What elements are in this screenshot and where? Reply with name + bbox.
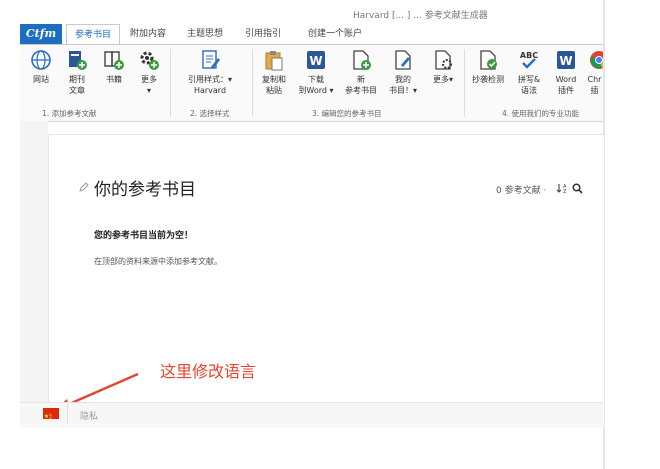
chrome-extension-label: Chr 插	[587, 75, 602, 95]
more-sources-label: 更多 ▾	[141, 75, 157, 95]
more-edit-button[interactable]: 更多▾	[426, 49, 460, 85]
china-flag-icon[interactable]	[43, 408, 59, 420]
spelling-grammar-button[interactable]: ABC 拼写& 语法	[512, 49, 546, 96]
search-icon[interactable]	[572, 183, 583, 194]
chrome-extension-button[interactable]: Chr 插	[586, 49, 603, 96]
group-separator	[170, 49, 171, 117]
chrome-icon	[590, 51, 603, 69]
pencil-icon[interactable]	[78, 181, 90, 193]
copy-paste-button[interactable]: 复制和 粘贴	[258, 49, 290, 96]
edit-document-icon	[395, 50, 411, 70]
svg-text:ABC: ABC	[520, 51, 538, 60]
left-margin-strip	[20, 121, 48, 427]
pen-document-icon	[202, 50, 220, 69]
tab-themes[interactable]: 主题思想	[180, 24, 230, 44]
tab-addons[interactable]: 附加内容	[124, 24, 172, 44]
more-sources-button[interactable]: 更多 ▾	[134, 49, 164, 96]
new-document-icon	[353, 50, 371, 70]
spelling-grammar-label: 拼写& 语法	[517, 75, 541, 95]
tab-citation-guide[interactable]: 引用指引	[238, 24, 288, 44]
book-label: 书籍	[106, 75, 122, 84]
settings-document-icon	[435, 50, 452, 70]
journal-label: 期刊 文章	[69, 75, 85, 95]
citation-style-label: 引用样式：▾ Harvard	[187, 75, 232, 95]
window-title: Harvard [... ] ... 参考文献生成器	[353, 11, 488, 21]
gear-icon	[140, 51, 159, 70]
group-label-edit-bibliography: 3. 编辑您的参考书目	[312, 109, 382, 118]
new-bibliography-button[interactable]: 新 参考书目	[342, 49, 380, 96]
download-word-label: 下载 到Word ▾	[298, 75, 334, 95]
clipboard-icon	[265, 51, 283, 71]
citation-style-dropdown[interactable]: 引用样式：▾ Harvard	[178, 49, 242, 96]
book-add-icon	[104, 51, 124, 70]
journal-button[interactable]: 期刊 文章	[62, 49, 92, 96]
empty-state-title: 您的参考书目当前为空！	[94, 231, 194, 241]
spell-check-icon: ABC	[520, 51, 538, 69]
group-label-add-references: 1. 添加参考文献	[42, 109, 97, 118]
copy-paste-label: 复制和 粘贴	[262, 75, 286, 95]
more-edit-label: 更多▾	[432, 75, 453, 84]
word-addin-button[interactable]: W Word 插件	[550, 49, 582, 96]
word-icon: W	[557, 51, 575, 69]
reference-count: 0 参考文献 ·	[496, 186, 547, 196]
ribbon: 网站 期刊 文章 书籍 更多 ▾ 1. 添加参考文献 引用样式：▾ Harvar…	[20, 44, 603, 122]
group-label-pro-features: 4. 使用我们的专业功能	[502, 109, 580, 118]
group-separator	[252, 49, 253, 117]
globe-icon	[31, 50, 51, 70]
word-addin-label: Word 插件	[555, 75, 577, 95]
book-button[interactable]: 书籍	[100, 49, 128, 85]
plagiarism-check-label: 抄袭检测	[472, 75, 504, 84]
annotation-text: 这里修改语言	[160, 362, 257, 381]
svg-text:W: W	[309, 54, 322, 68]
footer-bar	[20, 402, 603, 428]
plagiarism-check-icon	[480, 50, 497, 70]
tab-bibliography[interactable]: 参考书目	[66, 24, 120, 46]
sort-icon[interactable]: A Z	[556, 182, 568, 194]
website-label: 网站	[33, 75, 49, 84]
my-bibliographies-label: 我的 书目！▾	[388, 75, 417, 95]
new-bibliography-label: 新 参考书目	[345, 75, 377, 95]
empty-state-hint: 在顶部的资料来源中添加参考文献。	[94, 257, 222, 266]
download-word-button[interactable]: W 下载 到Word ▾	[294, 49, 338, 96]
my-bibliographies-button[interactable]: 我的 书目！▾	[384, 49, 422, 96]
star-icon	[44, 413, 52, 420]
svg-text:W: W	[559, 54, 572, 68]
group-label-choose-style: 2. 选择样式	[190, 109, 230, 118]
tab-create-account[interactable]: 创建一个账户	[296, 24, 374, 44]
privacy-link[interactable]: 隐私	[80, 409, 98, 422]
svg-text:Z: Z	[563, 189, 567, 194]
bibliography-title[interactable]: 你的参考书目	[94, 175, 196, 200]
journal-add-icon	[69, 51, 87, 70]
footer-divider	[67, 404, 68, 424]
word-icon: W	[307, 51, 325, 69]
ribbon-tab-row: Ctfm 参考书目 附加内容 主题思想 引用指引 创建一个账户	[20, 24, 603, 46]
group-separator	[464, 49, 465, 117]
cite-this-for-me-logo[interactable]: Ctfm	[20, 24, 62, 44]
plagiarism-check-button[interactable]: 抄袭检测	[468, 49, 508, 85]
website-button[interactable]: 网站	[26, 49, 56, 85]
